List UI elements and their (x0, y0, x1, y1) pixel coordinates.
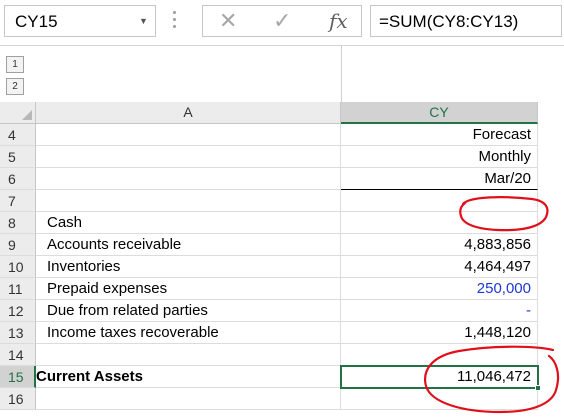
red-circle-annotation-cash (459, 196, 549, 232)
red-circle-annotation-total (424, 345, 560, 414)
annotation-overlay (424, 196, 560, 414)
